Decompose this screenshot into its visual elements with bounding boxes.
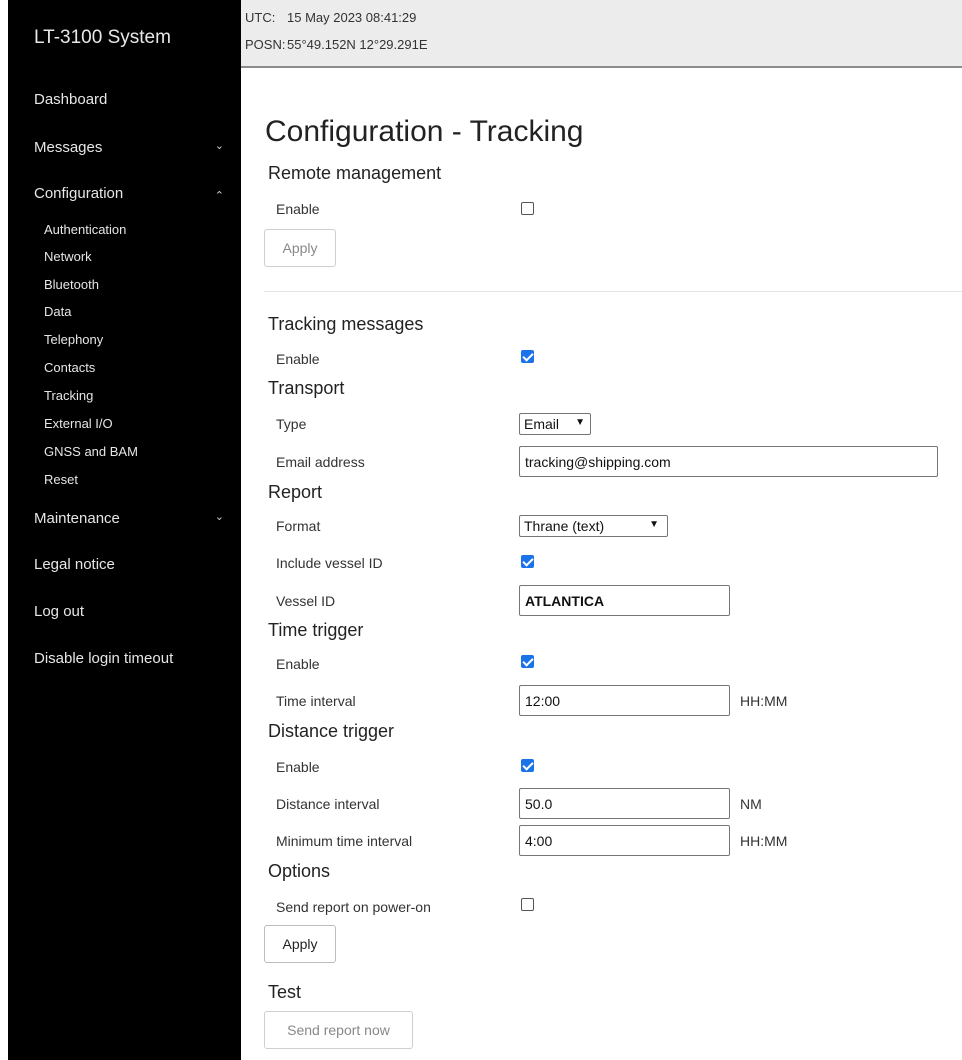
time-interval-input[interactable]: 12:00 — [519, 685, 730, 716]
minimum-time-interval-label: Minimum time interval — [276, 833, 413, 849]
remote-enable-checkbox[interactable] — [521, 202, 534, 215]
send-report-on-power-on-label: Send report on power-on — [276, 899, 431, 915]
options-apply-button[interactable]: Apply — [264, 925, 336, 963]
nav-label: Messages — [34, 139, 103, 156]
section-report: Report — [268, 482, 323, 502]
tracking-enable-label: Enable — [276, 351, 320, 367]
sidebar-item-tracking[interactable]: Tracking — [44, 388, 93, 403]
section-distance-trigger: Distance trigger — [268, 721, 395, 741]
remote-enable-label: Enable — [276, 201, 320, 217]
sidebar-item-bluetooth[interactable]: Bluetooth — [44, 277, 99, 292]
sidebar-item-telephony[interactable]: Telephony — [44, 332, 103, 347]
posn-label: POSN: — [245, 37, 286, 52]
chevron-up-icon: ⌃ — [214, 190, 224, 202]
nav-configuration[interactable]: Configuration ⌃ — [34, 185, 224, 202]
nav-label: Log out — [34, 603, 85, 620]
format-select[interactable]: Thrane (text) ▼ — [519, 515, 668, 537]
format-value: Thrane (text) — [524, 518, 605, 534]
distance-interval-label: Distance interval — [276, 796, 380, 812]
include-vessel-id-checkbox[interactable] — [521, 555, 534, 568]
format-label: Format — [276, 518, 321, 534]
section-options: Options — [268, 861, 331, 881]
sidebar: LT-3100 System Dashboard Messages ⌄ Conf… — [8, 0, 241, 1060]
nav-label: Disable login timeout — [34, 650, 174, 667]
distance-trigger-enable-checkbox[interactable] — [521, 759, 534, 772]
distance-trigger-enable-label: Enable — [276, 759, 320, 775]
distance-interval-unit: NM — [740, 796, 762, 812]
time-trigger-enable-checkbox[interactable] — [521, 655, 534, 668]
nav-dashboard[interactable]: Dashboard — [34, 91, 224, 108]
section-transport: Transport — [268, 378, 345, 398]
email-address-input[interactable]: tracking@shipping.com — [519, 446, 938, 477]
distance-interval-input[interactable]: 50.0 — [519, 788, 730, 819]
transport-type-select[interactable]: Email ▼ — [519, 413, 591, 435]
nav-legal-notice[interactable]: Legal notice — [34, 556, 224, 573]
transport-type-label: Type — [276, 416, 307, 432]
section-divider — [264, 291, 962, 292]
nav-log-out[interactable]: Log out — [34, 603, 224, 620]
status-bar: UTC: 15 May 2023 08:41:29 POSN: 55°49.15… — [241, 0, 962, 68]
email-address-label: Email address — [276, 454, 365, 470]
sidebar-item-gnss-and-bam[interactable]: GNSS and BAM — [44, 444, 138, 459]
sidebar-item-reset[interactable]: Reset — [44, 472, 78, 487]
nav-label: Dashboard — [34, 91, 108, 108]
utc-label: UTC: — [245, 10, 276, 25]
chevron-down-icon: ▼ — [649, 519, 659, 530]
section-time-trigger: Time trigger — [268, 620, 364, 640]
utc-value: 15 May 2023 08:41:29 — [287, 10, 417, 25]
sidebar-item-data[interactable]: Data — [44, 304, 71, 319]
nav-label: Maintenance — [34, 510, 120, 527]
vessel-id-input[interactable]: ATLANTICA — [519, 585, 730, 616]
section-test: Test — [268, 982, 302, 1002]
section-tracking-messages: Tracking messages — [268, 314, 424, 334]
brand-title: LT-3100 System — [34, 27, 171, 48]
include-vessel-id-label: Include vessel ID — [276, 555, 383, 571]
transport-type-value: Email — [524, 416, 560, 432]
vessel-id-label: Vessel ID — [276, 593, 336, 609]
page-title: Configuration - Tracking — [265, 115, 584, 148]
tracking-enable-checkbox[interactable] — [521, 350, 534, 363]
time-interval-unit: HH:MM — [740, 693, 788, 709]
chevron-down-icon: ⌄ — [214, 511, 224, 523]
time-interval-label: Time interval — [276, 693, 356, 709]
sidebar-item-contacts[interactable]: Contacts — [44, 360, 95, 375]
send-report-now-button[interactable]: Send report now — [264, 1011, 413, 1049]
posn-value: 55°49.152N 12°29.291E — [287, 37, 428, 52]
minimum-time-interval-unit: HH:MM — [740, 833, 788, 849]
chevron-down-icon: ⌄ — [214, 140, 224, 152]
sidebar-item-authentication[interactable]: Authentication — [44, 222, 126, 237]
nav-label: Configuration — [34, 185, 124, 202]
sidebar-item-external-io[interactable]: External I/O — [44, 416, 113, 431]
sidebar-item-network[interactable]: Network — [44, 249, 92, 264]
section-remote-management: Remote management — [268, 163, 442, 183]
nav-messages[interactable]: Messages ⌄ — [34, 139, 224, 156]
remote-apply-button[interactable]: Apply — [264, 229, 336, 267]
send-report-on-power-on-checkbox[interactable] — [521, 898, 534, 911]
time-trigger-enable-label: Enable — [276, 656, 320, 672]
nav-label: Legal notice — [34, 556, 115, 573]
chevron-down-icon: ▼ — [575, 417, 585, 428]
nav-maintenance[interactable]: Maintenance ⌄ — [34, 510, 224, 527]
minimum-time-interval-input[interactable]: 4:00 — [519, 825, 730, 856]
nav-disable-login-timeout[interactable]: Disable login timeout — [34, 650, 224, 667]
